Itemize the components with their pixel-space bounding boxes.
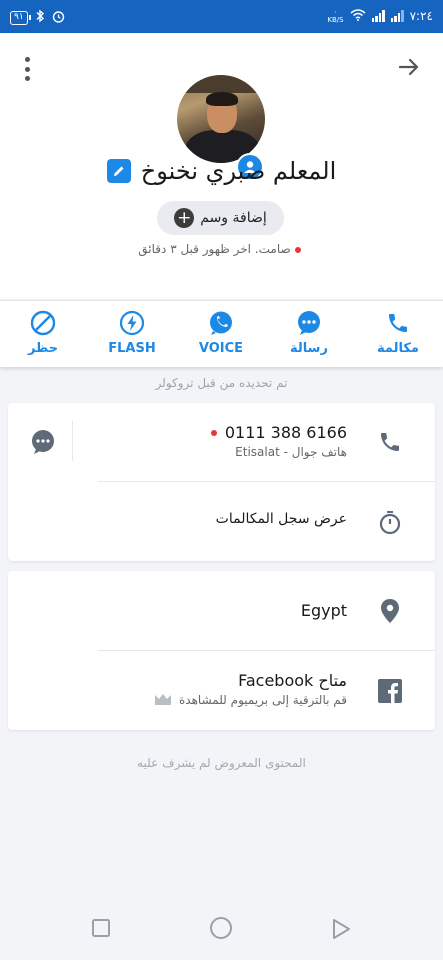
facebook-text: Facebook متاح قم بالترقية إلى بريميوم لل…: [154, 671, 347, 708]
block-icon: [29, 309, 57, 337]
profile-header: المعلم صبري نخنوخ + إضافة وسم صامت. اخر …: [0, 33, 443, 299]
message-label: رسالة: [290, 341, 328, 356]
edit-icon[interactable]: [106, 159, 131, 183]
facebook-title: Facebook متاح: [238, 671, 347, 690]
phone-icon: [384, 309, 412, 337]
back-button[interactable]: [331, 918, 351, 944]
whatsapp-icon: [207, 309, 235, 337]
facebook-icon: [376, 677, 404, 705]
arrow-forward-icon[interactable]: [395, 53, 423, 81]
location-row: Egypt: [8, 571, 435, 650]
voice-label: VOICE: [198, 341, 244, 356]
plus-icon: +: [174, 208, 195, 228]
phone-number-line: 0111 388 6166: [210, 423, 347, 442]
footer-disclaimer: المحتوى المعروض لم يشرف عليه: [137, 756, 306, 770]
call-history-label: عرض سجل المكالمات: [215, 511, 347, 527]
online-status-dot: [210, 429, 217, 436]
timer-icon: [376, 509, 404, 537]
wifi-icon: [350, 8, 366, 24]
message-action[interactable]: رسالة: [274, 309, 344, 356]
block-action[interactable]: حظر: [8, 309, 78, 356]
clock: ٧:٢٤: [409, 9, 433, 23]
status-bar: ٩١ ٠ KB/S ٧:٢٤: [0, 0, 443, 33]
more-vert-icon[interactable]: [20, 57, 34, 81]
action-bar: مكالمة رسالة VOICE FLASH حظر: [0, 300, 443, 367]
identified-by-caption: تم تحديده من قبل تروكولر: [155, 376, 288, 390]
presence-status-text: صامت. اخر ظهور قبل ٣ دقائق: [138, 242, 291, 256]
online-status-dot: [294, 246, 301, 253]
location-pin-icon: [376, 597, 404, 625]
bluetooth-icon: [35, 9, 45, 26]
contact-name: المعلم صبري نخنوخ: [140, 157, 337, 185]
facebook-row[interactable]: Facebook متاح قم بالترقية إلى بريميوم لل…: [8, 651, 435, 730]
phone-row[interactable]: 0111 388 6166 هاتف جوال - Etisalat: [8, 403, 435, 481]
signal-icon-2: [390, 10, 404, 22]
chat-bubble-icon: [295, 309, 323, 337]
network-speed: ٠ KB/S: [327, 8, 343, 24]
flash-icon: [118, 309, 146, 337]
facebook-subtitle: قم بالترقية إلى بريميوم للمشاهدة: [179, 693, 347, 707]
status-bar-right: ٠ KB/S ٧:٢٤: [327, 8, 433, 24]
phone-icon: [376, 428, 404, 456]
location-country: Egypt: [300, 601, 347, 620]
system-nav-bar: [0, 898, 443, 960]
vertical-divider: [72, 421, 73, 461]
call-history-row[interactable]: عرض سجل المكالمات: [8, 482, 435, 561]
battery-icon: ٩١: [10, 10, 31, 25]
presence-status: صامت. اخر ظهور قبل ٣ دقائق: [0, 242, 443, 256]
call-label: مكالمة: [377, 341, 419, 356]
voice-action[interactable]: VOICE: [186, 309, 256, 356]
facebook-upgrade-line: قم بالترقية إلى بريميوم للمشاهدة: [154, 693, 347, 708]
call-history-text: عرض سجل المكالمات: [216, 511, 347, 527]
network-speed-unit: KB/S: [327, 16, 344, 24]
add-tag-label: إضافة وسم: [200, 210, 267, 226]
chat-bubble-icon[interactable]: [29, 428, 57, 456]
flash-action[interactable]: FLASH: [97, 309, 167, 356]
location-text: Egypt: [301, 601, 347, 620]
status-bar-left: ٩١: [10, 9, 65, 26]
block-label: حظر: [27, 341, 59, 356]
network-speed-value: ٠: [333, 8, 338, 16]
phone-details: 0111 388 6166 هاتف جوال - Etisalat: [210, 423, 347, 459]
extra-info-card: Egypt Facebook متاح قم بالترقية إلى بريم…: [8, 571, 435, 730]
call-action[interactable]: مكالمة: [363, 309, 433, 356]
phone-carrier: هاتف جوال - Etisalat: [235, 445, 347, 459]
name-row: المعلم صبري نخنوخ: [0, 157, 443, 185]
add-tag-button[interactable]: + إضافة وسم: [157, 201, 284, 235]
contact-details-card: 0111 388 6166 هاتف جوال - Etisalat عرض س…: [8, 403, 435, 561]
home-button[interactable]: [209, 916, 233, 944]
recent-apps-button[interactable]: [91, 918, 111, 942]
flash-label: FLASH: [108, 341, 156, 356]
signal-icon-1: [371, 10, 385, 22]
crown-icon: [154, 693, 172, 708]
phone-number: 0111 388 6166: [224, 423, 347, 442]
avatar[interactable]: [177, 75, 265, 163]
alarm-icon: [52, 10, 65, 26]
